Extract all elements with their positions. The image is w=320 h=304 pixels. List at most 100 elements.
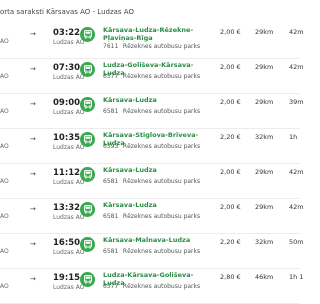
bus-icon [80,97,95,112]
route-details: 6577 Rēzeknes autobusu parks [103,73,200,80]
duration: 1h 1 [289,273,304,281]
page-header: orta saraksti Kārsavas AO - Ludzas AO [0,0,300,24]
arrival-stop: Ludzas AO [53,74,85,81]
duration: 50m [289,238,304,246]
operator-name: Rēzeknes autobusu parks [122,73,201,80]
arrival-stop: Ludzas AO [53,144,85,151]
page-title: orta saraksti Kārsavas AO - Ludzas AO [0,8,134,16]
bus-icon [80,167,95,182]
distance: 32km [255,238,274,246]
route-details: 6581 Rēzeknes autobusu parks [103,213,200,220]
route-number: 6581 [103,248,119,255]
operator-name: Rēzeknes autobusu parks [122,178,201,185]
departure-stop: AO [0,248,9,255]
operator-name: Rēzeknes autobusu parks [122,213,201,220]
route-number: 6577 [103,283,119,290]
bus-icon [80,62,95,77]
ticket-price: 2,20 € [220,238,241,246]
duration: 42m [289,168,304,176]
ticket-price: 2,00 € [220,63,241,71]
arrival-time: 19:15 [53,273,81,283]
route-name-link[interactable]: Kārsava-Malnava-Ludza [103,236,213,244]
arrival-time: 16:50 [53,238,81,248]
bus-icon [80,132,95,147]
bus-icon [80,272,95,287]
operator-name: Rēzeknes autobusu parks [122,143,201,150]
distance: 32km [255,133,274,141]
departure-row[interactable]: AO → 10:35 Ludzas AO Kārsava-Stiglova-Br… [0,129,300,161]
route-name-link[interactable]: Kārsava-Ludza [103,201,213,209]
arrow-right-icon: → [30,65,36,73]
arrow-right-icon: → [30,275,36,283]
route-details: 6581 Rēzeknes autobusu parks [103,108,200,115]
distance: 29km [255,28,274,36]
ticket-price: 2,00 € [220,98,241,106]
departure-stop: AO [0,213,9,220]
bus-icon [80,27,95,42]
duration: 39m [289,98,304,106]
arrival-time: 10:35 [53,133,81,143]
departure-row[interactable]: AO → 11:12 Ludzas AO Kārsava-Ludza 6581 … [0,164,304,196]
departure-stop: AO [0,178,9,185]
departure-row[interactable]: AO → 19:15 Ludzas AO Ludza-Kārsava-Goliš… [0,269,304,301]
arrival-stop: Ludzas AO [53,39,85,46]
distance: 46km [255,273,274,281]
ticket-price: 2,00 € [220,28,241,36]
departure-stop: AO [0,143,9,150]
route-details: 6581 Rēzeknes autobusu parks [103,178,200,185]
operator-name: Rēzeknes autobusu parks [122,43,201,50]
arrival-time: 13:32 [53,203,81,213]
departure-stop: AO [0,73,9,80]
ticket-price: 2,00 € [220,203,241,211]
route-number: 6581 [103,178,119,185]
departure-stop: AO [0,283,9,290]
route-details: 6577 Rēzeknes autobusu parks [103,283,200,290]
arrival-time: 03:22 [53,28,81,38]
route-number: 6581 [103,213,119,220]
arrival-stop: Ludzas AO [53,249,85,256]
departure-stop: AO [0,108,9,115]
route-number: 7611 [103,43,119,50]
route-number: 6593 [103,143,119,150]
departure-stop: AO [0,38,9,45]
operator-name: Rēzeknes autobusu parks [122,108,201,115]
route-name-link[interactable]: Kārsava-Ludza [103,96,213,104]
arrival-stop: Ludzas AO [53,109,85,116]
arrow-right-icon: → [30,240,36,248]
ticket-price: 2,80 € [220,273,241,281]
duration: 42m [289,28,304,36]
arrival-stop: Ludzas AO [53,214,85,221]
departure-row[interactable]: AO → 13:32 Ludzas AO Kārsava-Ludza 6581 … [0,199,304,231]
bus-icon [80,237,95,252]
route-name-link[interactable]: Kārsava-Ludza [103,166,213,174]
operator-name: Rēzeknes autobusu parks [122,283,201,290]
departure-row[interactable]: AO → 03:22 Ludzas AO Kārsava-Ludza-Rēzek… [0,24,304,56]
duration: 42m [289,63,304,71]
ticket-price: 2,00 € [220,168,241,176]
distance: 29km [255,63,274,71]
departure-row[interactable]: AO → 09:00 Ludzas AO Kārsava-Ludza 6581 … [0,94,304,126]
route-number: 6581 [103,108,119,115]
distance: 29km [255,203,274,211]
arrow-right-icon: → [30,205,36,213]
departure-row[interactable]: AO → 16:50 Ludzas AO Kārsava-Malnava-Lud… [0,234,304,266]
departure-row[interactable]: AO → 07:30 Ludzas AO Ludza-Goliševa-Kārs… [0,59,304,91]
arrow-right-icon: → [30,170,36,178]
duration: 42m [289,203,304,211]
arrival-stop: Ludzas AO [53,179,85,186]
route-details: 6593 Rēzeknes autobusu parks [103,143,200,150]
arrival-time: 11:12 [53,168,81,178]
arrow-right-icon: → [30,100,36,108]
operator-name: Rēzeknes autobusu parks [122,248,201,255]
route-number: 6577 [103,73,119,80]
ticket-price: 2,20 € [220,133,241,141]
route-details: 6581 Rēzeknes autobusu parks [103,248,200,255]
distance: 29km [255,168,274,176]
arrival-stop: Ludzas AO [53,284,85,291]
route-name-link[interactable]: Kārsava-Ludza-Rēzekne-Pļaviņas-Rīga [103,26,213,42]
duration: 1h [289,133,298,141]
arrow-right-icon: → [30,135,36,143]
bus-icon [80,202,95,217]
route-details: 7611 Rēzeknes autobusu parks [103,43,200,50]
arrow-right-icon: → [30,30,36,38]
